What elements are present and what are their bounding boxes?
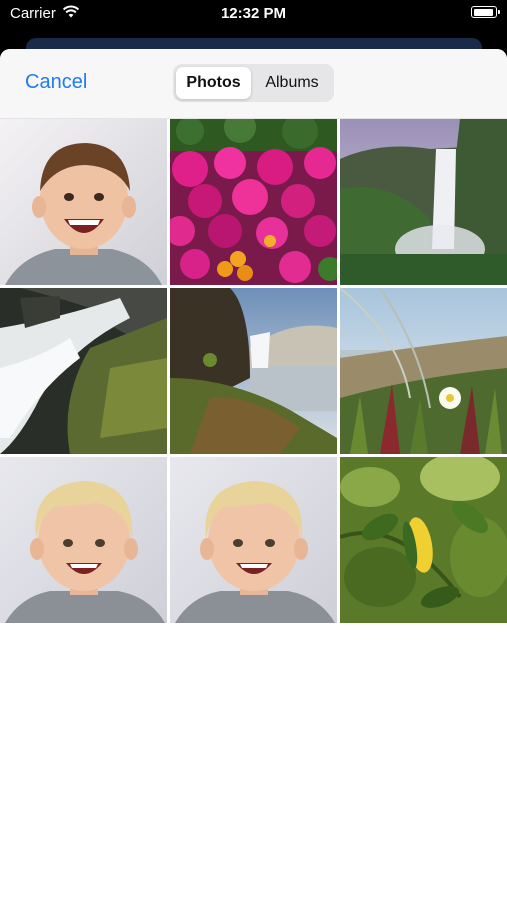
cancel-button[interactable]: Cancel	[25, 71, 87, 94]
photo-thumbnail[interactable]	[0, 119, 167, 285]
photo-picker-sheet: Cancel Photos Albums	[0, 49, 507, 900]
photo-thumbnail[interactable]	[340, 119, 507, 285]
photo-thumbnail[interactable]	[170, 288, 337, 454]
photo-thumbnail[interactable]	[340, 288, 507, 454]
photos-albums-segmented-control: Photos Albums	[173, 64, 334, 102]
clock: 12:32 PM	[220, 5, 287, 22]
tab-albums[interactable]: Albums	[253, 67, 331, 99]
tab-photos[interactable]: Photos	[176, 67, 251, 99]
photo-thumbnail[interactable]	[0, 288, 167, 454]
photo-thumbnail[interactable]	[0, 457, 167, 623]
photo-thumbnail[interactable]	[340, 457, 507, 623]
status-bar: Carrier 12:32 PM	[0, 0, 507, 30]
photo-thumbnail[interactable]	[170, 457, 337, 623]
picker-nav-bar: Cancel Photos Albums	[0, 49, 507, 119]
photo-thumbnail[interactable]	[170, 119, 337, 285]
battery-icon	[471, 6, 500, 18]
